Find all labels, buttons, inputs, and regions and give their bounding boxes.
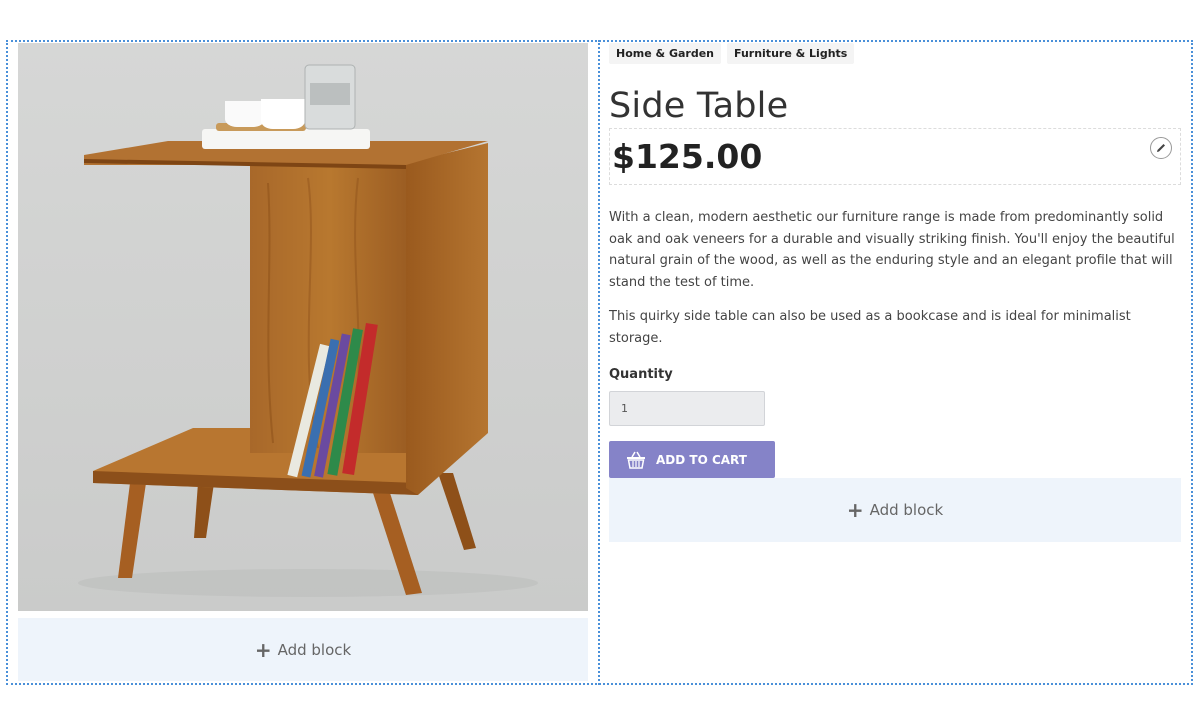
product-title: Side Table [609, 86, 789, 126]
column-divider [598, 40, 600, 685]
add-to-cart-label: ADD TO CART [656, 452, 747, 467]
breadcrumb-item-home-garden[interactable]: Home & Garden [609, 43, 721, 64]
breadcrumb-item-furniture-lights[interactable]: Furniture & Lights [726, 43, 855, 64]
price-block: $125.00 [609, 128, 1181, 185]
edit-price-button[interactable] [1150, 137, 1172, 159]
description-paragraph: This quirky side table can also be used … [609, 309, 1131, 346]
add-block-label: Add block [869, 501, 944, 519]
side-table-illustration [78, 64, 538, 597]
basket-icon [627, 451, 645, 469]
details-column: Home & Garden Furniture & Lights Side Ta… [609, 43, 1181, 542]
plus-icon: + [846, 498, 864, 522]
product-description: With a clean, modern aesthetic our furni… [609, 207, 1181, 349]
description-paragraph: With a clean, modern aesthetic our furni… [609, 210, 1175, 290]
pencil-icon [1157, 144, 1165, 152]
add-to-cart-button[interactable]: ADD TO CART [609, 441, 775, 478]
quantity-input[interactable] [609, 391, 765, 426]
image-column: + Add block [18, 43, 588, 681]
quantity-label: Quantity [609, 367, 673, 382]
add-block-label: Add block [277, 640, 352, 659]
plus-icon: + [254, 637, 272, 662]
product-price: $125.00 [612, 137, 763, 176]
add-block-button-right[interactable]: + Add block [609, 478, 1181, 542]
product-image [18, 43, 588, 611]
breadcrumb: Home & Garden Furniture & Lights [609, 43, 1181, 64]
add-block-button-left[interactable]: + Add block [18, 618, 588, 681]
